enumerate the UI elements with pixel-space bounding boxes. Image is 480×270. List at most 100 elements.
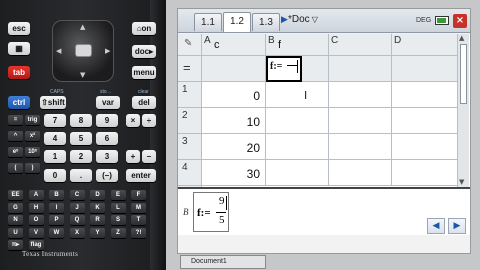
enter-key[interactable]: enter bbox=[126, 169, 156, 182]
vertical-scrollbar[interactable]: ▲ ▼ bbox=[457, 34, 469, 188]
letter-key[interactable]: Y bbox=[90, 227, 105, 238]
letter-key[interactable]: V bbox=[28, 227, 44, 238]
letter-key[interactable]: E bbox=[110, 190, 126, 200]
letter-key[interactable]: T bbox=[131, 215, 146, 225]
letter-key[interactable]: K bbox=[90, 202, 105, 213]
table-cell[interactable] bbox=[392, 134, 458, 160]
column-header-b[interactable]: B f bbox=[266, 34, 329, 56]
key-0[interactable]: 0 bbox=[44, 169, 66, 182]
doc-key[interactable]: doc▸ bbox=[132, 45, 156, 58]
formula-cell-c[interactable] bbox=[329, 56, 392, 82]
entry-left-button[interactable]: ◀ bbox=[427, 218, 445, 234]
tab-key[interactable]: tab bbox=[8, 66, 30, 79]
caret-key[interactable]: ^ bbox=[8, 131, 23, 141]
shift-key[interactable]: ⇧shift bbox=[40, 96, 66, 109]
multiply-key[interactable]: × bbox=[126, 114, 140, 127]
scroll-up-icon[interactable]: ▲ bbox=[459, 34, 464, 42]
table-cell[interactable] bbox=[266, 160, 329, 186]
x2-key[interactable]: x² bbox=[25, 131, 40, 141]
key-2[interactable]: 2 bbox=[70, 150, 92, 163]
scroll-thumb[interactable] bbox=[460, 44, 467, 104]
letter-key[interactable]: I bbox=[49, 202, 64, 213]
letter-key[interactable]: C bbox=[69, 190, 85, 200]
letter-key[interactable]: G bbox=[8, 202, 23, 213]
table-cell[interactable] bbox=[266, 82, 329, 108]
key-7[interactable]: 7 bbox=[44, 114, 66, 127]
scroll-down-icon[interactable]: ▼ bbox=[459, 178, 464, 186]
letter-key[interactable]: P bbox=[49, 215, 64, 225]
key-6[interactable]: 6 bbox=[96, 132, 118, 145]
letter-key[interactable]: Z bbox=[110, 227, 126, 238]
letter-key[interactable]: X bbox=[69, 227, 85, 238]
key-3[interactable]: 3 bbox=[96, 150, 118, 163]
key-9[interactable]: 9 bbox=[96, 114, 118, 127]
table-cell[interactable] bbox=[329, 82, 392, 108]
letter-key[interactable]: EE bbox=[8, 190, 23, 200]
row-number[interactable]: 2 bbox=[178, 108, 202, 134]
menu-key[interactable]: menu bbox=[132, 66, 156, 79]
letter-key[interactable]: M bbox=[131, 202, 146, 213]
touchpad-center-button[interactable] bbox=[75, 44, 92, 57]
paren-left-key[interactable]: ( bbox=[8, 163, 23, 173]
scratchpad-key[interactable]: ▦ bbox=[8, 42, 30, 55]
letter-key[interactable]: S bbox=[110, 215, 126, 225]
column-header-a[interactable]: A c bbox=[202, 34, 266, 56]
letter-key[interactable]: ?! bbox=[131, 227, 146, 238]
paren-right-key[interactable]: ) bbox=[25, 163, 40, 173]
key-negative[interactable]: (–) bbox=[96, 169, 118, 182]
column-header-c[interactable]: C bbox=[329, 34, 392, 56]
table-cell[interactable] bbox=[329, 108, 392, 134]
letter-key[interactable]: flag bbox=[28, 240, 44, 250]
key-decimal[interactable]: . bbox=[70, 169, 92, 182]
letter-key[interactable]: O bbox=[28, 215, 44, 225]
trig-key[interactable]: trig bbox=[25, 115, 40, 125]
letter-key[interactable]: H bbox=[28, 202, 44, 213]
divide-key[interactable]: ÷ bbox=[142, 114, 156, 127]
table-cell[interactable]: 0 bbox=[202, 82, 266, 108]
letter-key[interactable]: N bbox=[8, 215, 23, 225]
letter-key[interactable]: B bbox=[49, 190, 64, 200]
document-title[interactable]: *Doc ▽ bbox=[288, 14, 318, 25]
letter-key[interactable]: J bbox=[69, 202, 85, 213]
formula-cell-b[interactable]: f:= bbox=[266, 56, 302, 82]
tab-1-3[interactable]: 1.3 bbox=[252, 13, 280, 31]
row-number[interactable]: 1 bbox=[178, 82, 202, 108]
entry-expression-box[interactable]: f:= 9 5 bbox=[193, 192, 229, 232]
row-number[interactable]: 3 bbox=[178, 134, 202, 160]
formula-cell-a[interactable] bbox=[202, 56, 266, 82]
key-5[interactable]: 5 bbox=[70, 132, 92, 145]
ctrl-key[interactable]: ctrl bbox=[8, 96, 30, 109]
formula-cell-d[interactable] bbox=[392, 56, 458, 82]
page-arrow-icon[interactable]: ▶ bbox=[281, 15, 288, 25]
table-cell[interactable]: 10 bbox=[202, 108, 266, 134]
10x-key[interactable]: 10ˣ bbox=[25, 147, 40, 157]
table-cell[interactable]: 20 bbox=[202, 134, 266, 160]
minus-key[interactable]: – bbox=[142, 150, 156, 163]
touchpad[interactable]: ▲ ▼ ◀ ▶ bbox=[52, 20, 114, 82]
ex-key[interactable]: eˣ bbox=[8, 147, 23, 157]
entry-line[interactable]: B f:= 9 5 ◀ ▶ bbox=[178, 187, 470, 235]
equals-key[interactable]: = bbox=[8, 115, 23, 125]
key-4[interactable]: 4 bbox=[44, 132, 66, 145]
letter-key[interactable]: Q bbox=[69, 215, 85, 225]
letter-key[interactable]: U bbox=[8, 227, 23, 238]
table-cell[interactable] bbox=[266, 108, 329, 134]
table-cell[interactable]: 30 bbox=[202, 160, 266, 186]
table-cell[interactable] bbox=[329, 134, 392, 160]
table-cell[interactable] bbox=[266, 134, 329, 160]
tab-1-2[interactable]: 1.2 bbox=[223, 12, 251, 32]
table-cell[interactable] bbox=[329, 160, 392, 186]
letter-key[interactable]: D bbox=[90, 190, 105, 200]
on-key[interactable]: ⌂on bbox=[132, 22, 156, 35]
table-cell[interactable] bbox=[392, 160, 458, 186]
taskbar-document[interactable]: Document1 bbox=[180, 255, 266, 269]
key-1[interactable]: 1 bbox=[44, 150, 66, 163]
table-cell[interactable] bbox=[392, 108, 458, 134]
key-8[interactable]: 8 bbox=[70, 114, 92, 127]
letter-key[interactable]: π▸ bbox=[8, 240, 23, 250]
entry-right-button[interactable]: ▶ bbox=[448, 218, 466, 234]
close-button[interactable]: × bbox=[453, 14, 467, 28]
row-number[interactable]: 4 bbox=[178, 160, 202, 186]
esc-key[interactable]: esc bbox=[8, 22, 30, 35]
letter-key[interactable]: A bbox=[28, 190, 44, 200]
